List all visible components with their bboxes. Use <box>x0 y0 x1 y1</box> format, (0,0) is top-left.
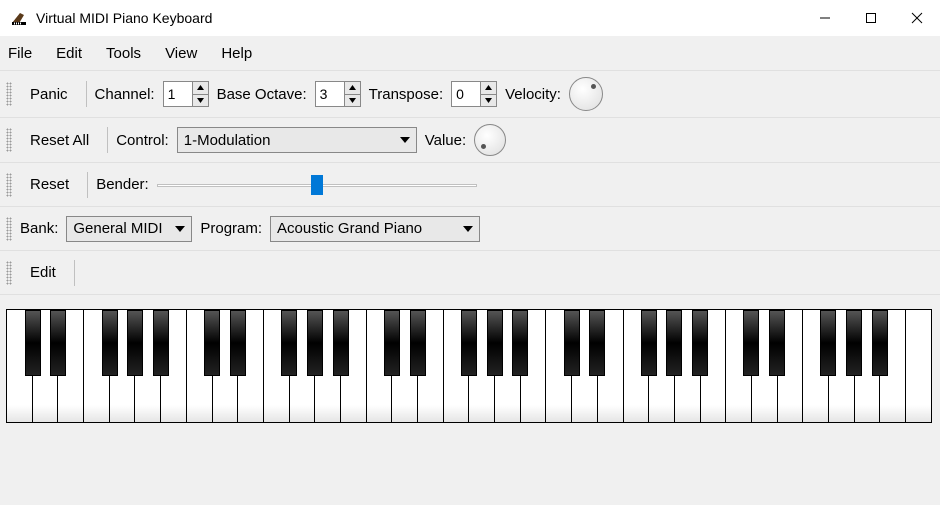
channel-spinbox[interactable] <box>163 81 209 107</box>
control-dropdown[interactable]: 1-Modulation <box>177 127 417 153</box>
menu-file[interactable]: File <box>8 45 32 62</box>
grip-icon[interactable] <box>6 217 12 241</box>
value-label: Value: <box>425 132 466 149</box>
transpose-up-icon[interactable] <box>481 82 496 95</box>
channel-down-icon[interactable] <box>193 95 208 107</box>
black-key[interactable] <box>410 310 426 376</box>
black-key[interactable] <box>50 310 66 376</box>
grip-icon[interactable] <box>6 82 12 106</box>
black-key[interactable] <box>666 310 682 376</box>
black-key[interactable] <box>641 310 657 376</box>
base-octave-input[interactable] <box>316 82 344 106</box>
base-octave-down-icon[interactable] <box>345 95 360 107</box>
program-dropdown[interactable]: Acoustic Grand Piano <box>270 216 480 242</box>
piano-keyboard <box>6 309 932 423</box>
close-button[interactable] <box>894 3 940 33</box>
program-value: Acoustic Grand Piano <box>277 220 422 237</box>
menu-view[interactable]: View <box>165 45 197 62</box>
transpose-input[interactable] <box>452 82 480 106</box>
bender-slider[interactable] <box>157 175 477 195</box>
channel-label: Channel: <box>95 86 155 103</box>
control-label: Control: <box>116 132 169 149</box>
toolbar-row-2: Reset All Control: 1-Modulation Value: <box>0 118 940 163</box>
title-bar: Virtual MIDI Piano Keyboard <box>0 0 940 36</box>
black-key[interactable] <box>512 310 528 376</box>
bank-value: General MIDI <box>73 220 162 237</box>
channel-up-icon[interactable] <box>193 82 208 95</box>
separator <box>107 127 108 153</box>
window-controls <box>802 3 940 33</box>
black-key[interactable] <box>692 310 708 376</box>
grip-icon[interactable] <box>6 173 12 197</box>
separator <box>87 172 88 198</box>
piano-area <box>0 295 940 429</box>
black-key[interactable] <box>307 310 323 376</box>
channel-input[interactable] <box>164 82 192 106</box>
menu-tools[interactable]: Tools <box>106 45 141 62</box>
toolbar-row-3: Reset Bender: <box>0 163 940 207</box>
program-label: Program: <box>200 220 262 237</box>
black-key[interactable] <box>25 310 41 376</box>
grip-icon[interactable] <box>6 261 12 285</box>
separator <box>74 260 75 286</box>
black-key[interactable] <box>102 310 118 376</box>
panic-button[interactable]: Panic <box>20 82 78 107</box>
chevron-down-icon <box>400 137 410 143</box>
menu-help[interactable]: Help <box>221 45 252 62</box>
transpose-spinbox[interactable] <box>451 81 497 107</box>
edit-button[interactable]: Edit <box>20 260 66 285</box>
transpose-down-icon[interactable] <box>481 95 496 107</box>
bank-dropdown[interactable]: General MIDI <box>66 216 192 242</box>
app-icon <box>10 9 28 27</box>
slider-thumb[interactable] <box>311 175 323 195</box>
value-knob[interactable] <box>474 124 506 156</box>
black-key[interactable] <box>230 310 246 376</box>
window-title: Virtual MIDI Piano Keyboard <box>36 10 802 26</box>
black-key[interactable] <box>743 310 759 376</box>
toolbar-row-4: Bank: General MIDI Program: Acoustic Gra… <box>0 207 940 251</box>
velocity-label: Velocity: <box>505 86 561 103</box>
base-octave-label: Base Octave: <box>217 86 307 103</box>
black-key[interactable] <box>204 310 220 376</box>
black-key[interactable] <box>487 310 503 376</box>
menu-edit[interactable]: Edit <box>56 45 82 62</box>
chevron-down-icon <box>175 226 185 232</box>
velocity-knob[interactable] <box>569 77 603 111</box>
black-key[interactable] <box>384 310 400 376</box>
black-key[interactable] <box>589 310 605 376</box>
black-key[interactable] <box>333 310 349 376</box>
maximize-button[interactable] <box>848 3 894 33</box>
base-octave-spinbox[interactable] <box>315 81 361 107</box>
black-key[interactable] <box>820 310 836 376</box>
control-value: 1-Modulation <box>184 132 271 149</box>
reset-all-button[interactable]: Reset All <box>20 128 99 153</box>
reset-button[interactable]: Reset <box>20 172 79 197</box>
toolbar-row-1: Panic Channel: Base Octave: Transpose: V… <box>0 70 940 118</box>
black-key[interactable] <box>127 310 143 376</box>
chevron-down-icon <box>463 226 473 232</box>
black-key[interactable] <box>769 310 785 376</box>
bank-label: Bank: <box>20 220 58 237</box>
transpose-label: Transpose: <box>369 86 443 103</box>
black-key[interactable] <box>461 310 477 376</box>
black-key[interactable] <box>564 310 580 376</box>
menu-bar: File Edit Tools View Help <box>0 36 940 70</box>
separator <box>86 81 87 107</box>
black-key[interactable] <box>872 310 888 376</box>
bender-label: Bender: <box>96 176 149 193</box>
minimize-button[interactable] <box>802 3 848 33</box>
black-key[interactable] <box>281 310 297 376</box>
black-key[interactable] <box>846 310 862 376</box>
toolbar-row-5: Edit <box>0 251 940 295</box>
grip-icon[interactable] <box>6 128 12 152</box>
base-octave-up-icon[interactable] <box>345 82 360 95</box>
black-key[interactable] <box>153 310 169 376</box>
